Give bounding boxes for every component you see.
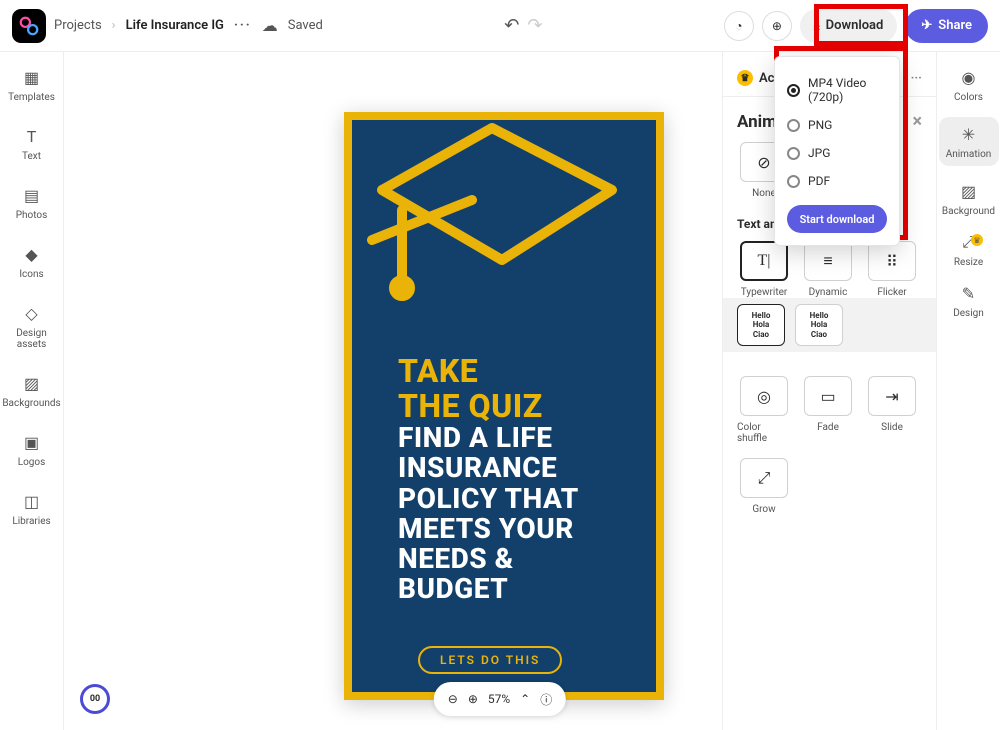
rightnav-colors[interactable]: ◉Colors <box>939 66 999 103</box>
anim-color-shuffle[interactable]: ◎Color shuffle <box>737 376 791 444</box>
headline-2: THE QUIZ <box>398 389 579 424</box>
panel-title: Anim <box>737 112 777 132</box>
info-icon[interactable]: ⓘ <box>540 691 552 708</box>
anim-grow[interactable]: ⤢Grow <box>737 458 791 515</box>
headline-1: TAKE <box>398 354 579 389</box>
download-option-pdf[interactable]: PDF <box>787 167 887 195</box>
duration-badge[interactable]: 00 <box>80 684 110 714</box>
nav-icon: ◫ <box>21 490 43 512</box>
undo-icon[interactable]: ↶ <box>504 15 519 36</box>
radio-icon <box>787 175 800 188</box>
anim-dynamic[interactable]: ≡Dynamic <box>801 241 855 298</box>
anim-flicker[interactable]: ⠿Flicker <box>865 241 919 298</box>
nav-icon: ◉ <box>958 66 980 88</box>
download-icon: ⤓ <box>814 18 820 33</box>
share-label: Share <box>938 18 972 33</box>
zoom-percent[interactable]: 57% <box>488 692 510 706</box>
chevron-up-icon[interactable]: ⌃ <box>520 692 530 706</box>
anim-language-row[interactable]: HelloHolaCiao HelloHolaCiao <box>723 298 936 352</box>
artboard-text: TAKE THE QUIZ FIND A LIFE INSURANCE POLI… <box>398 354 579 605</box>
download-button[interactable]: ⤓ Download <box>800 9 897 43</box>
radio-icon <box>787 119 800 132</box>
panel-tab-label: Ac <box>759 71 774 86</box>
app-logo[interactable] <box>12 9 46 43</box>
rightnav-design[interactable]: ✎Design <box>939 282 999 319</box>
save-status: Saved <box>288 18 323 33</box>
nav-icon: ✎ <box>958 282 980 304</box>
radio-icon <box>787 147 800 160</box>
leftnav-icons[interactable]: ◆Icons <box>2 243 62 280</box>
crown-icon: ♛ <box>737 70 753 86</box>
rightnav-animation[interactable]: ✳Animation <box>939 117 999 166</box>
download-option-mp4[interactable]: MP4 Video (720p) <box>787 69 887 111</box>
leftnav-photos[interactable]: ▤Photos <box>2 184 62 221</box>
rightnav-resize[interactable]: ⤢♛Resize <box>939 231 999 268</box>
leftnav-libraries[interactable]: ◫Libraries <box>2 490 62 527</box>
anim-fade[interactable]: ▭Fade <box>801 376 855 444</box>
cloud-saved-icon: ☁ <box>262 16 278 35</box>
nav-icon: ◆ <box>21 243 43 265</box>
zoom-bar: ⊖ ⊕ 57% ⌃ ⓘ <box>434 682 566 716</box>
help-icon[interactable]: ◔ <box>724 11 754 41</box>
nav-icon: ⤢♛ <box>958 231 980 253</box>
leftnav-logos[interactable]: ▣Logos <box>2 431 62 468</box>
cta-button[interactable]: LETS DO THIS <box>418 646 562 674</box>
leftnav-templates[interactable]: ▦Templates <box>2 66 62 103</box>
left-sidebar: ▦Templates TText ▤Photos ◆Icons ◇Design asse… <box>0 52 64 730</box>
nav-icon: ✳ <box>958 123 980 145</box>
redo-icon[interactable]: ↷ <box>527 15 542 36</box>
nav-icon: ▨ <box>21 372 43 394</box>
nav-icon: ◇ <box>21 302 43 324</box>
breadcrumb-root[interactable]: Projects <box>54 18 102 33</box>
radio-icon <box>787 84 800 97</box>
nav-icon: ▦ <box>21 66 43 88</box>
anim-slide[interactable]: ⇥Slide <box>865 376 919 444</box>
nav-icon: ▨ <box>958 180 980 202</box>
download-option-jpg[interactable]: JPG <box>787 139 887 167</box>
download-option-png[interactable]: PNG <box>787 111 887 139</box>
anim-typewriter[interactable]: T|Typewriter <box>737 241 791 298</box>
nav-icon: ▣ <box>21 431 43 453</box>
download-label: Download <box>826 18 884 33</box>
rightnav-background[interactable]: ▨Background <box>939 180 999 217</box>
design-artboard[interactable]: TAKE THE QUIZ FIND A LIFE INSURANCE POLI… <box>344 112 664 700</box>
chevron-right-icon: › <box>112 18 116 33</box>
start-download-button[interactable]: Start download <box>787 205 887 233</box>
nav-icon: ▤ <box>21 184 43 206</box>
download-popup: MP4 Video (720p)PNGJPGPDF Start download <box>774 56 900 246</box>
zoom-in-icon[interactable]: ⊕ <box>468 692 478 706</box>
more-menu[interactable]: ··· <box>234 18 252 33</box>
breadcrumb-file[interactable]: Life Insurance IG <box>126 18 224 33</box>
panel-more-icon[interactable]: ··· <box>911 71 922 86</box>
close-icon[interactable]: × <box>912 111 922 132</box>
zoom-icon[interactable]: ⊕ <box>762 11 792 41</box>
body-text: FIND A LIFE INSURANCE POLICY THAT MEETS … <box>398 423 579 604</box>
share-button[interactable]: ✈ Share <box>905 9 988 43</box>
breadcrumb: Projects › Life Insurance IG ··· ☁ Saved <box>54 16 323 35</box>
paper-plane-icon: ✈ <box>921 18 932 33</box>
zoom-out-icon[interactable]: ⊖ <box>448 692 458 706</box>
leftnav-design-assets[interactable]: ◇Design assets <box>2 302 62 350</box>
right-sidebar: ◉Colors ✳Animation ▨Background ⤢♛Resize ✎Des… <box>936 52 1000 730</box>
leftnav-backgrounds[interactable]: ▨Backgrounds <box>2 372 62 409</box>
nav-icon: T <box>21 125 43 147</box>
top-bar: Projects › Life Insurance IG ··· ☁ Saved… <box>0 0 1000 52</box>
graduation-cap-icon <box>362 112 622 310</box>
leftnav-text[interactable]: TText <box>2 125 62 162</box>
